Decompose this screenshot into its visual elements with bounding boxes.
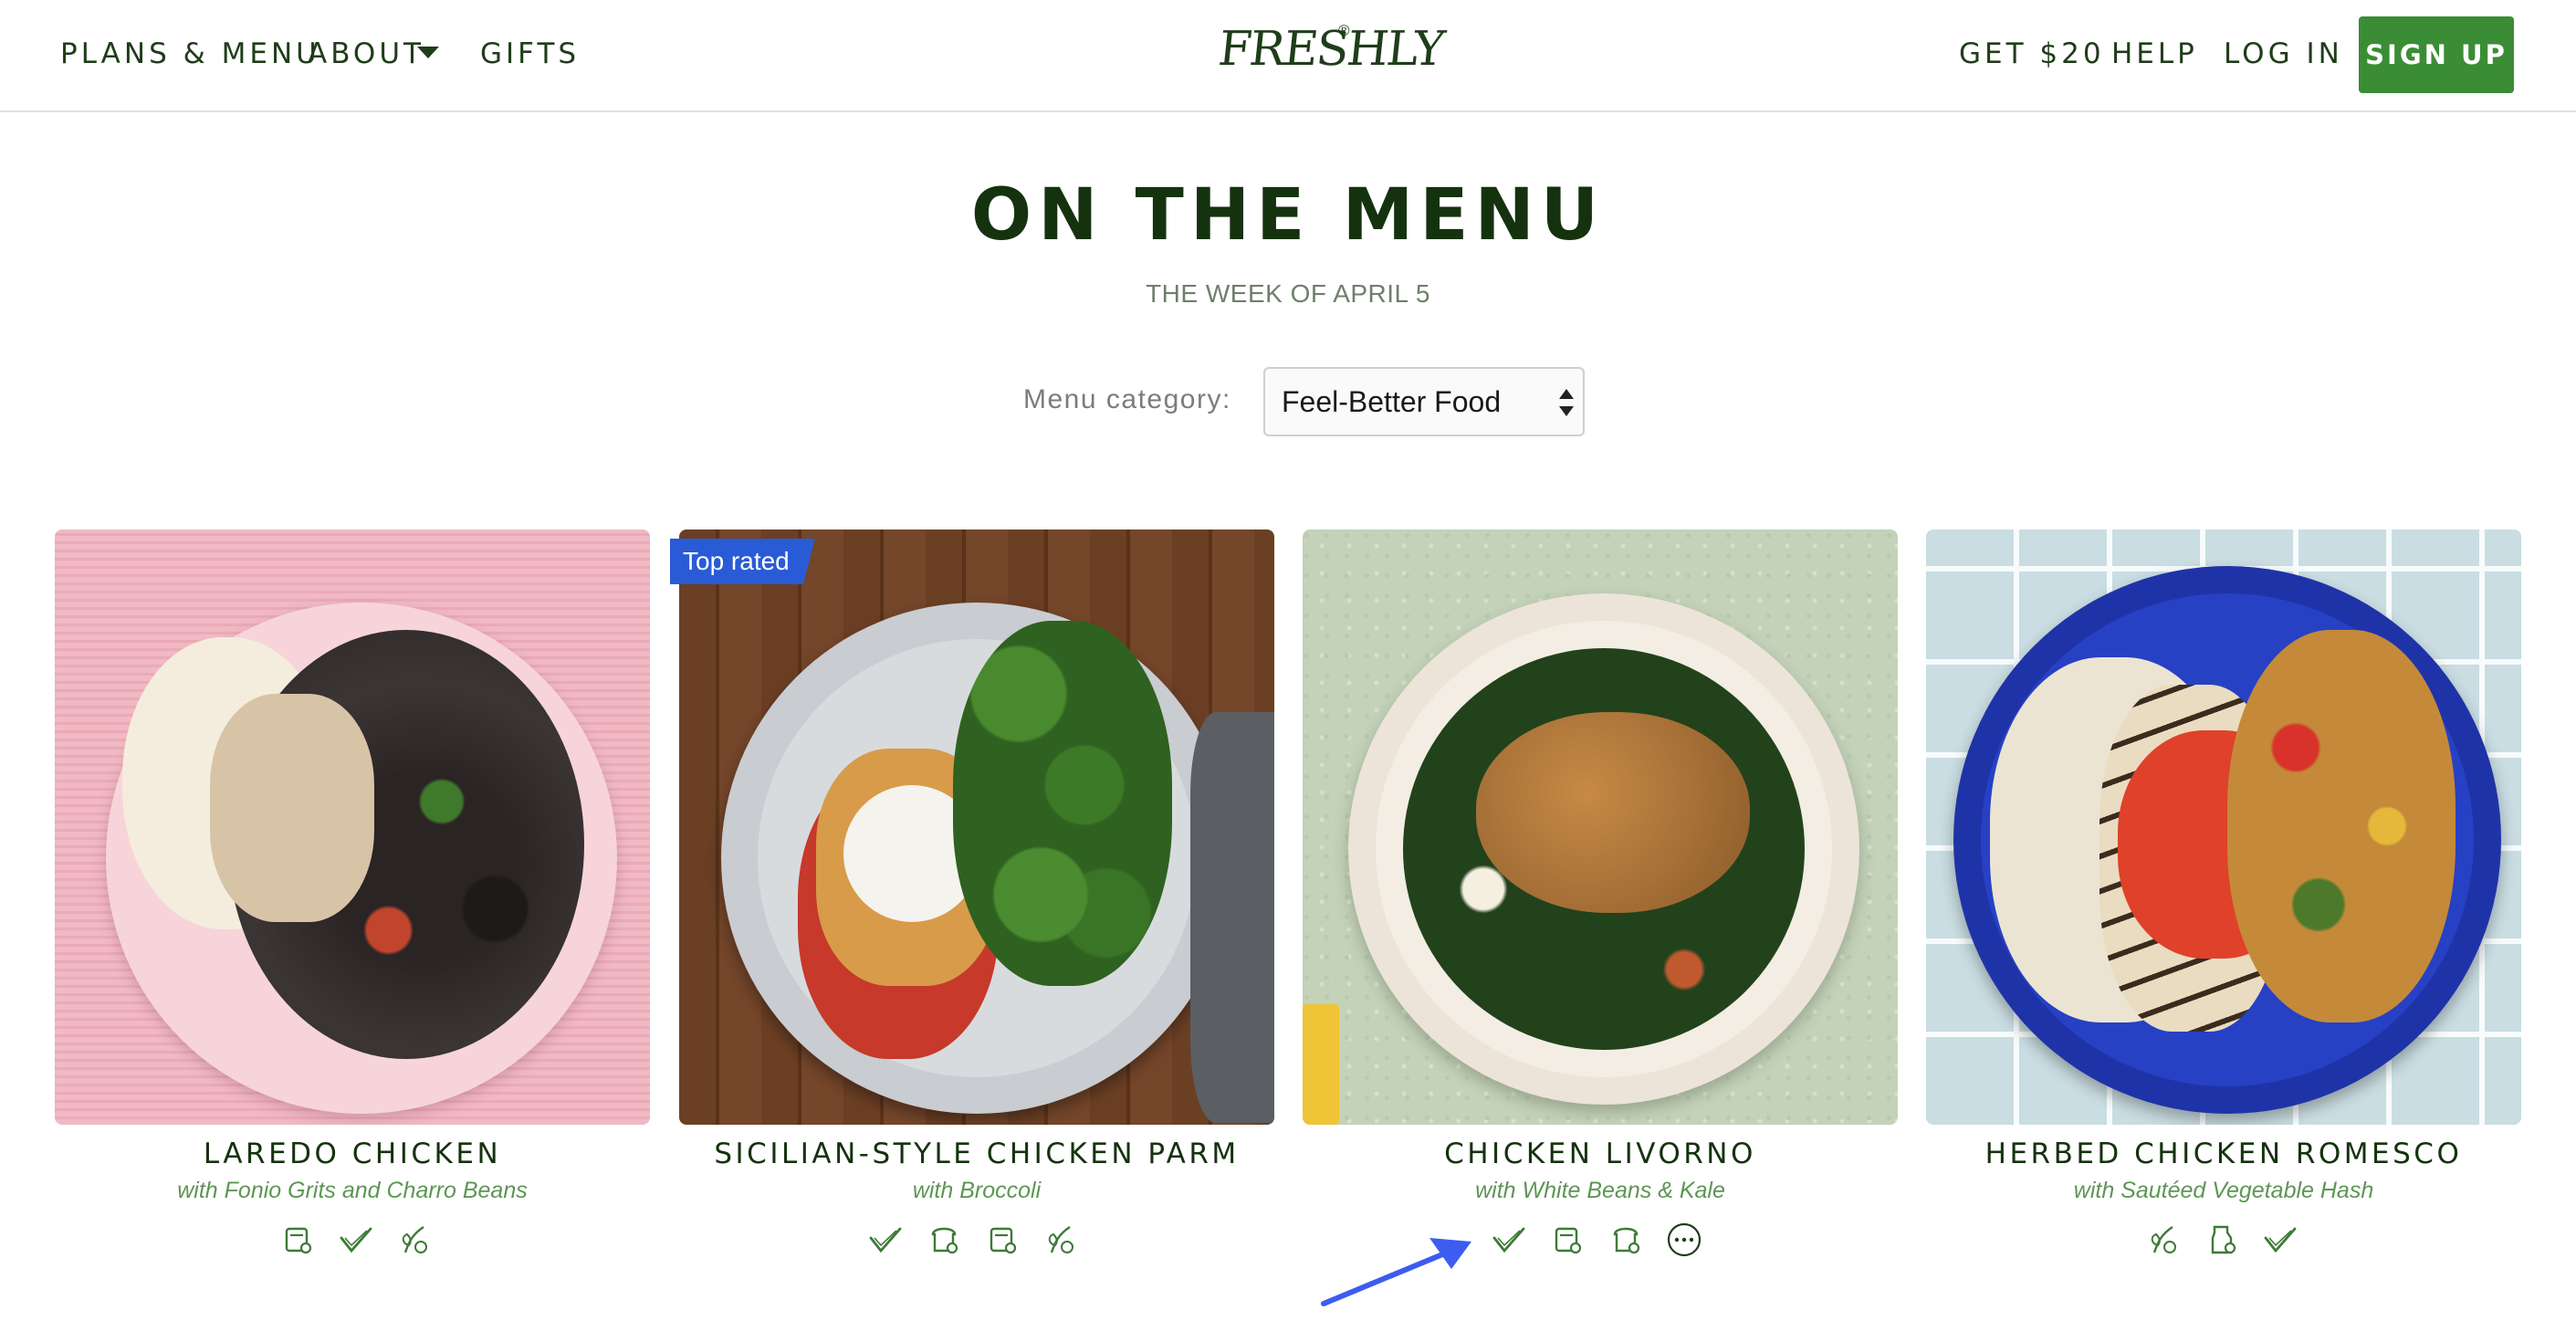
- nav-gifts[interactable]: GIFTS: [480, 35, 580, 73]
- dish-subtitle: with Sautéed Vegetable Hash: [2073, 1178, 2374, 1203]
- container-icon[interactable]: [1549, 1221, 1586, 1258]
- top-rated-badge: Top rated: [670, 539, 815, 584]
- select-arrows-icon: [1559, 389, 1574, 418]
- freshly-logo[interactable]: FRESHLY ®: [1216, 16, 1446, 89]
- bread-icon[interactable]: [1607, 1221, 1644, 1258]
- container-icon[interactable]: [984, 1221, 1021, 1258]
- nav-about[interactable]: ABOUT: [308, 35, 424, 73]
- menu-category-select[interactable]: Feel-Better Food: [1263, 367, 1585, 436]
- nav-get-20[interactable]: GET $20: [1959, 35, 2105, 73]
- menu-category-label: Menu category:: [1023, 384, 1231, 414]
- top-navigation: PLANS & MENU ABOUT GIFTS FRESHLY ® GET $…: [0, 0, 2576, 112]
- sprout-icon[interactable]: [396, 1221, 433, 1258]
- checkmark-leaf-icon[interactable]: [338, 1221, 374, 1258]
- checkmark-leaf-icon[interactable]: [2262, 1221, 2299, 1258]
- container-icon[interactable]: [279, 1221, 316, 1258]
- dish-icons: [1491, 1221, 1702, 1262]
- more-icon[interactable]: [1666, 1221, 1702, 1258]
- dish-name[interactable]: LAREDO CHICKEN: [55, 1138, 650, 1170]
- sprout-icon[interactable]: [1042, 1221, 1079, 1258]
- dish-photo[interactable]: [679, 529, 1274, 1125]
- dish-photo[interactable]: [1926, 529, 2521, 1125]
- checkmark-leaf-icon[interactable]: [867, 1221, 904, 1258]
- nav-help[interactable]: HELP: [2111, 35, 2198, 73]
- sign-up-button[interactable]: SIGN UP: [2359, 16, 2514, 93]
- bread-icon[interactable]: [926, 1221, 962, 1258]
- nav-log-in[interactable]: LOG IN: [2224, 35, 2343, 73]
- dish-name[interactable]: CHICKEN LIVORNO: [1303, 1138, 1898, 1170]
- dish-icons: [2145, 1221, 2299, 1262]
- nav-plans-menu[interactable]: PLANS & MENU: [60, 35, 320, 73]
- dish-subtitle: with Fonio Grits and Charro Beans: [177, 1178, 528, 1203]
- dish-name[interactable]: SICILIAN-STYLE CHICKEN PARM: [679, 1138, 1274, 1170]
- page-title: ON THE MENU: [970, 174, 1606, 257]
- chevron-down-icon[interactable]: [417, 47, 439, 58]
- menu-category-value: Feel-Better Food: [1282, 385, 1502, 418]
- dish-photo[interactable]: [1303, 529, 1898, 1125]
- dish-icons: [867, 1221, 1079, 1262]
- checkmark-leaf-icon[interactable]: [1491, 1221, 1527, 1258]
- dish-icons: [279, 1221, 433, 1262]
- dish-subtitle: with White Beans & Kale: [1475, 1178, 1725, 1203]
- dish-subtitle: with Broccoli: [912, 1178, 1042, 1203]
- week-subtitle: THE WEEK OF APRIL 5: [1146, 279, 1430, 308]
- annotation-arrow-icon: [1321, 1238, 1471, 1306]
- sprout-icon[interactable]: [2145, 1221, 2182, 1258]
- dish-photo[interactable]: [55, 529, 650, 1125]
- dish-name[interactable]: HERBED CHICKEN ROMESCO: [1926, 1138, 2521, 1170]
- milk-carton-icon[interactable]: [2204, 1221, 2240, 1258]
- registered-mark: ®: [1338, 22, 1350, 39]
- logo-wordmark: FRESHLY: [1215, 22, 1446, 77]
